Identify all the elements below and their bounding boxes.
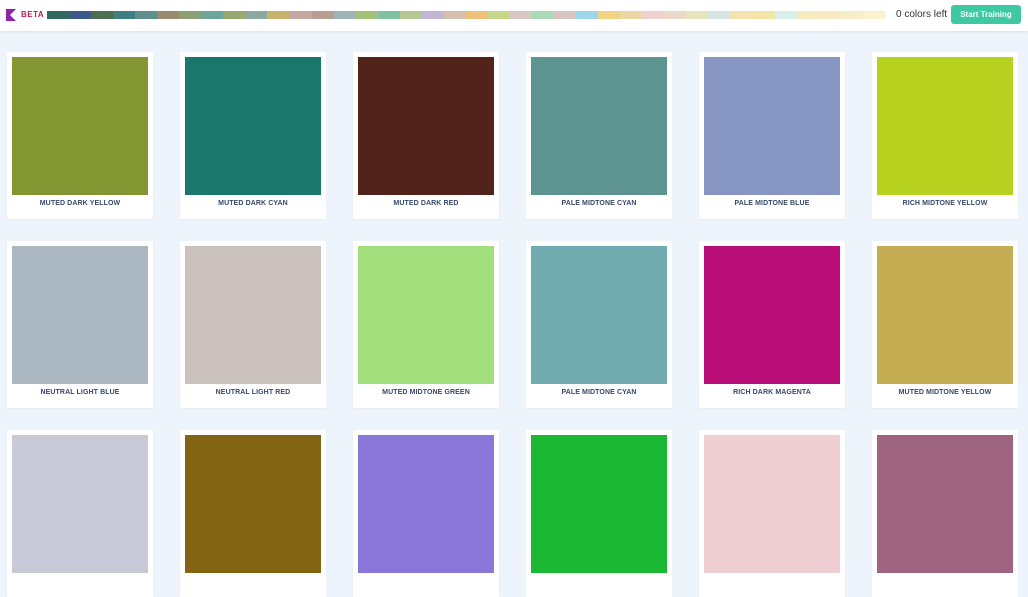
strip-swatch bbox=[311, 11, 334, 19]
strip-swatch bbox=[752, 11, 775, 19]
color-card[interactable] bbox=[7, 430, 153, 597]
color-swatch[interactable] bbox=[704, 435, 840, 573]
strip-swatch bbox=[840, 11, 863, 19]
strip-swatch bbox=[69, 11, 92, 19]
strip-swatch bbox=[201, 11, 224, 19]
color-card[interactable]: MUTED MIDTONE GREEN bbox=[353, 241, 499, 408]
color-swatch[interactable] bbox=[358, 435, 494, 573]
color-card[interactable]: NEUTRAL LIGHT RED bbox=[180, 241, 326, 408]
color-name-label: MUTED DARK RED bbox=[393, 200, 459, 207]
strip-swatch bbox=[487, 11, 510, 19]
color-card[interactable]: PALE MIDTONE CYAN bbox=[526, 241, 672, 408]
strip-swatch bbox=[355, 11, 378, 19]
strip-swatch bbox=[554, 11, 577, 19]
strip-swatch bbox=[796, 11, 819, 19]
color-name-label: MUTED DARK YELLOW bbox=[39, 200, 121, 207]
color-swatch[interactable] bbox=[704, 246, 840, 384]
strip-swatch bbox=[708, 11, 731, 19]
color-swatch[interactable] bbox=[531, 435, 667, 573]
color-name-label: MUTED DARK CYAN bbox=[218, 200, 288, 207]
start-training-button[interactable]: Start Training bbox=[951, 5, 1021, 24]
strip-swatch bbox=[620, 11, 643, 19]
color-name-label: PALE MIDTONE BLUE bbox=[734, 200, 810, 207]
color-name-label: NEUTRAL LIGHT BLUE bbox=[40, 389, 120, 396]
strip-swatch bbox=[465, 11, 488, 19]
color-card[interactable]: PALE MIDTONE CYAN bbox=[526, 52, 672, 219]
color-name-label: PALE MIDTONE CYAN bbox=[561, 200, 637, 207]
color-card[interactable]: MUTED DARK CYAN bbox=[180, 52, 326, 219]
color-swatch[interactable] bbox=[877, 57, 1013, 195]
strip-swatch bbox=[730, 11, 753, 19]
color-progress-strip bbox=[47, 11, 885, 19]
color-swatch[interactable] bbox=[704, 57, 840, 195]
color-swatch[interactable] bbox=[358, 57, 494, 195]
strip-swatch bbox=[421, 11, 444, 19]
color-card[interactable] bbox=[180, 430, 326, 597]
strip-swatch bbox=[443, 11, 466, 19]
color-swatch[interactable] bbox=[185, 435, 321, 573]
color-name-label: MUTED MIDTONE GREEN bbox=[382, 389, 470, 396]
strip-swatch bbox=[289, 11, 312, 19]
strip-swatch bbox=[664, 11, 687, 19]
strip-swatch bbox=[399, 11, 422, 19]
logo-icon bbox=[6, 9, 16, 21]
color-swatch[interactable] bbox=[12, 246, 148, 384]
color-name-label: RICH MIDTONE YELLOW bbox=[902, 200, 988, 207]
strip-swatch bbox=[862, 11, 885, 19]
strip-swatch bbox=[818, 11, 841, 19]
color-name-label: NEUTRAL LIGHT RED bbox=[215, 389, 291, 396]
color-swatch[interactable] bbox=[531, 57, 667, 195]
strip-swatch bbox=[113, 11, 136, 19]
color-card[interactable] bbox=[699, 430, 845, 597]
color-card[interactable] bbox=[526, 430, 672, 597]
color-card[interactable]: PALE MIDTONE BLUE bbox=[699, 52, 845, 219]
strip-swatch bbox=[576, 11, 599, 19]
strip-swatch bbox=[532, 11, 555, 19]
strip-swatch bbox=[333, 11, 356, 19]
strip-swatch bbox=[686, 11, 709, 19]
color-swatch[interactable] bbox=[531, 246, 667, 384]
color-card[interactable]: RICH MIDTONE YELLOW bbox=[872, 52, 1018, 219]
color-name-label: RICH DARK MAGENTA bbox=[733, 389, 811, 396]
color-card[interactable]: MUTED DARK YELLOW bbox=[7, 52, 153, 219]
strip-swatch bbox=[267, 11, 290, 19]
color-card[interactable] bbox=[872, 430, 1018, 597]
strip-swatch bbox=[377, 11, 400, 19]
color-swatch[interactable] bbox=[12, 435, 148, 573]
color-card[interactable] bbox=[353, 430, 499, 597]
strip-swatch bbox=[135, 11, 158, 19]
strip-swatch bbox=[47, 11, 70, 19]
strip-swatch bbox=[179, 11, 202, 19]
top-bar: BETA 0 colors left Start Training bbox=[0, 0, 1028, 31]
color-card-grid: MUTED DARK YELLOW MUTED DARK CYAN MUTED DA… bbox=[7, 52, 1028, 597]
color-swatch[interactable] bbox=[12, 57, 148, 195]
color-name-label: PALE MIDTONE CYAN bbox=[561, 389, 637, 396]
color-name-label: MUTED MIDTONE YELLOW bbox=[898, 389, 992, 396]
color-card[interactable]: RICH DARK MAGENTA bbox=[699, 241, 845, 408]
color-card[interactable]: MUTED DARK RED bbox=[353, 52, 499, 219]
color-card[interactable]: MUTED MIDTONE YELLOW bbox=[872, 241, 1018, 408]
color-swatch[interactable] bbox=[185, 246, 321, 384]
strip-swatch bbox=[157, 11, 180, 19]
beta-badge: BETA bbox=[21, 10, 45, 19]
strip-swatch bbox=[245, 11, 268, 19]
strip-swatch bbox=[598, 11, 621, 19]
strip-swatch bbox=[642, 11, 665, 19]
color-card[interactable]: NEUTRAL LIGHT BLUE bbox=[7, 241, 153, 408]
strip-swatch bbox=[509, 11, 533, 19]
strip-swatch bbox=[91, 11, 114, 19]
color-swatch[interactable] bbox=[185, 57, 321, 195]
color-swatch[interactable] bbox=[877, 246, 1013, 384]
color-swatch[interactable] bbox=[358, 246, 494, 384]
colors-left-count: 0 colors left bbox=[896, 9, 948, 20]
color-swatch[interactable] bbox=[877, 435, 1013, 573]
strip-swatch bbox=[774, 11, 797, 19]
strip-swatch bbox=[223, 11, 246, 19]
